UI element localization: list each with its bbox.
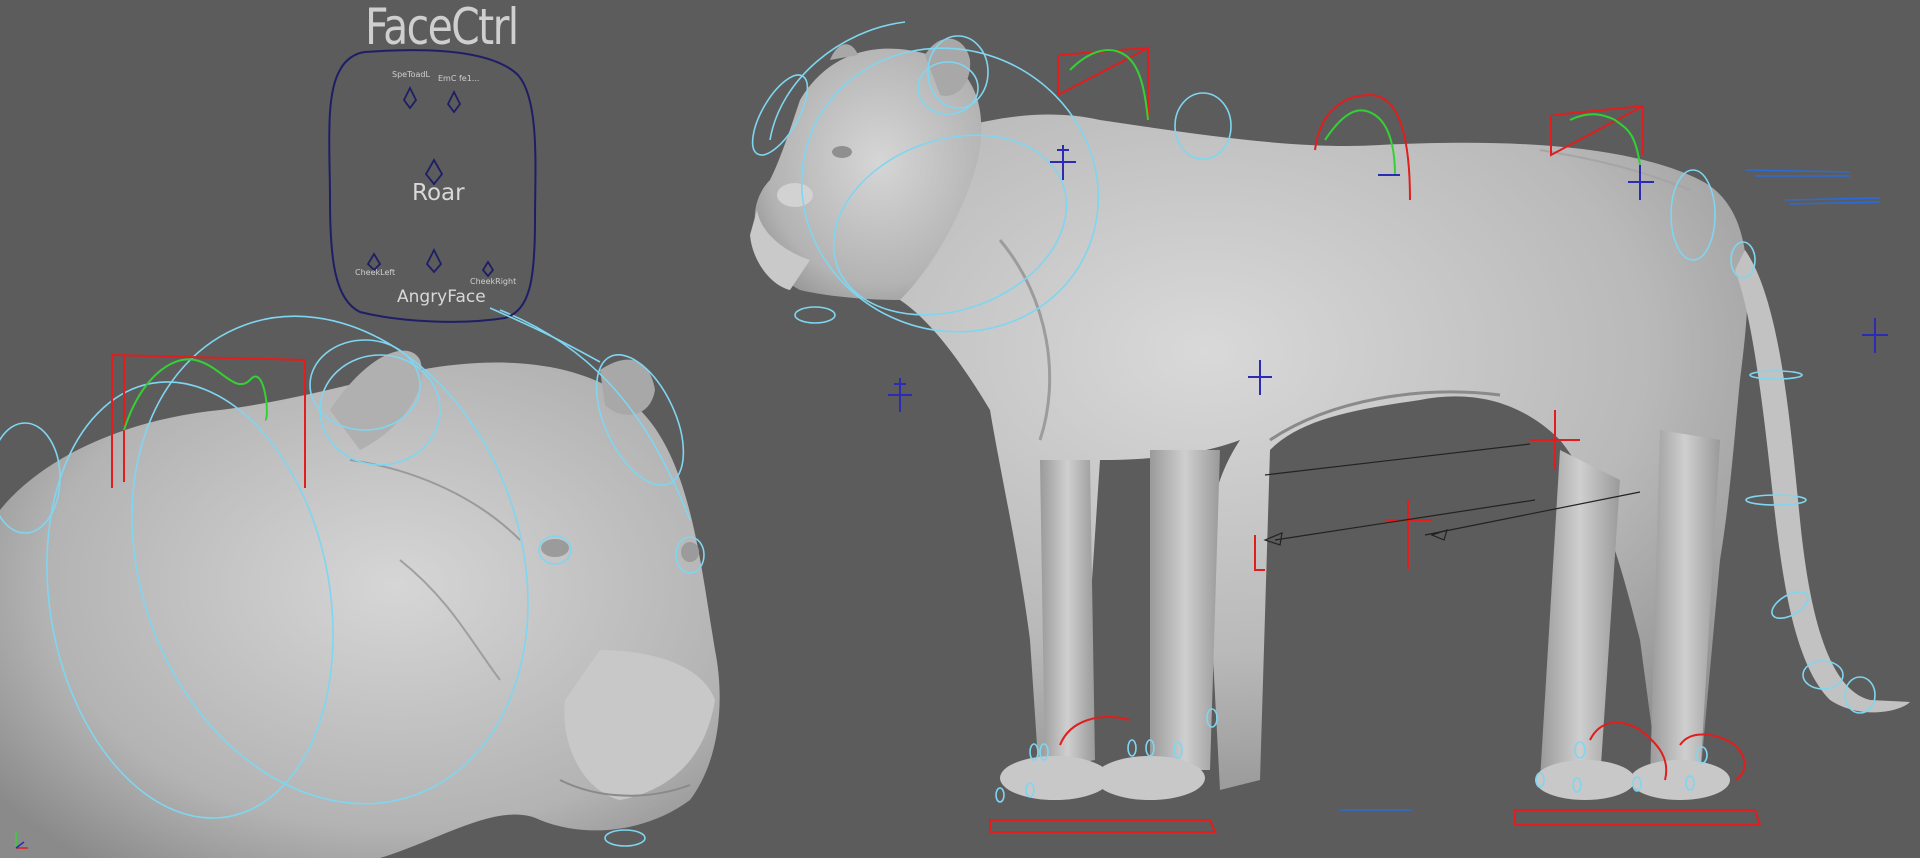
face-ctrl-top-right-label: EmC fe1... [438, 74, 480, 83]
face-ctrl-top-left-label: SpeToadL [392, 70, 430, 79]
lioness-mesh[interactable] [750, 38, 1910, 800]
face-ctrl-cheek-left-label: CheekRight [470, 277, 517, 286]
maya-3d-viewport[interactable]: FaceCtrl SpeToadL EmC fe1... Roar CheekL… [0, 0, 1920, 858]
face-ctrl-cheek-right-label: CheekLeft [355, 268, 396, 277]
face-ctrl-roar-label: Roar [412, 180, 465, 206]
face-panel-link-curve [489, 307, 601, 363]
face-ctrl-title: FaceCtrl [365, 0, 519, 56]
scene-canvas[interactable] [0, 0, 1920, 858]
face-ctrl-angry-face-label: AngryFace [397, 287, 486, 307]
closeup-lion-mesh[interactable] [0, 350, 720, 858]
